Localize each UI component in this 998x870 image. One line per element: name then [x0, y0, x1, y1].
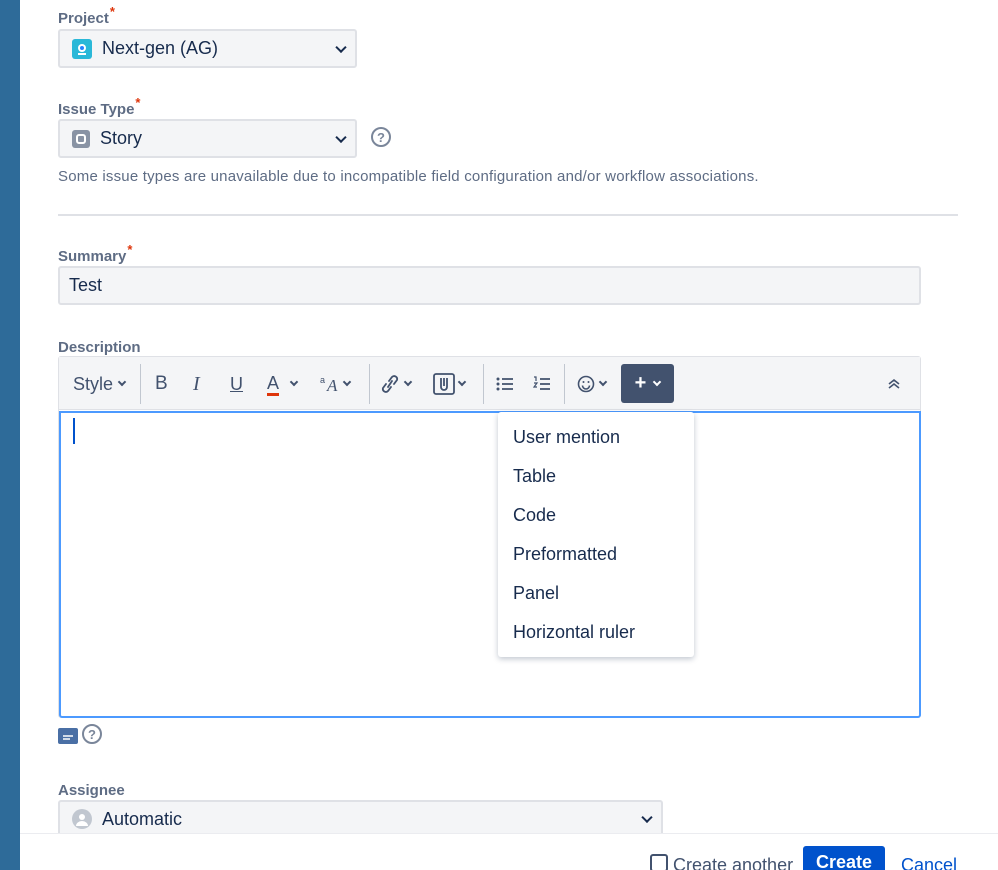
editor-toolbar: Style B I U A aA +: [59, 357, 920, 410]
project-icon: [72, 38, 92, 59]
required-marker: *: [135, 95, 141, 110]
chevron-down-icon: [653, 377, 662, 386]
assignee-value: Automatic: [102, 808, 183, 829]
toolbar-separator: [369, 364, 370, 404]
editor-mode-icon[interactable]: [58, 728, 78, 744]
menu-item-panel[interactable]: Panel: [498, 574, 694, 613]
create-another-label: Create another: [673, 855, 794, 870]
text-color-icon: A: [267, 373, 280, 396]
menu-item-table[interactable]: Table: [498, 457, 694, 496]
chevron-down-icon: [117, 377, 127, 387]
project-select[interactable]: Next-gen (AG): [58, 29, 357, 68]
numbered-list-button[interactable]: [533, 371, 551, 397]
dialog-footer: Create another Create Cancel: [20, 833, 998, 870]
avatar-icon: [72, 809, 92, 829]
toolbar-separator: [564, 364, 565, 404]
assignee-label: Assignee: [58, 782, 125, 799]
underline-button[interactable]: U: [230, 371, 243, 397]
project-value: Next-gen (AG): [102, 38, 219, 58]
text-color-button[interactable]: A: [267, 371, 299, 397]
chevron-down-icon: [335, 131, 347, 143]
attachment-button[interactable]: [433, 371, 467, 397]
summary-label: Summary*: [58, 242, 133, 265]
story-icon: [72, 129, 90, 148]
chevron-down-icon: [403, 377, 413, 387]
emoji-icon: [577, 375, 595, 393]
issue-type-select[interactable]: Story: [58, 119, 357, 158]
toolbar-separator: [483, 364, 484, 404]
menu-item-preformatted[interactable]: Preformatted: [498, 535, 694, 574]
issue-type-label: Issue Type*: [58, 95, 141, 118]
menu-item-horizontal-ruler[interactable]: Horizontal ruler: [498, 613, 694, 652]
issue-type-hint: Some issue types are unavailable due to …: [58, 168, 759, 185]
insert-menu: User mention Table Code Preformatted Pan…: [498, 412, 694, 657]
required-marker: *: [109, 4, 115, 19]
insert-more-button[interactable]: +: [621, 364, 674, 403]
bullet-list-button[interactable]: [496, 371, 514, 397]
help-icon[interactable]: ?: [371, 127, 391, 147]
text-cursor: [73, 418, 75, 444]
chevron-down-icon: [641, 811, 653, 824]
help-icon[interactable]: ?: [82, 724, 102, 744]
emoji-button[interactable]: [577, 371, 608, 397]
description-label: Description: [58, 339, 141, 356]
chevron-down-icon: [289, 377, 299, 387]
create-button[interactable]: Create: [803, 846, 885, 870]
issue-type-value: Story: [100, 128, 143, 148]
create-another-checkbox[interactable]: [650, 854, 668, 870]
double-chevron-up-icon: [888, 378, 900, 389]
bullet-list-icon: [496, 377, 513, 391]
cancel-link[interactable]: Cancel: [901, 855, 957, 870]
required-marker: *: [127, 242, 133, 257]
chevron-down-icon: [342, 377, 352, 387]
link-icon: [381, 375, 399, 393]
menu-item-user-mention[interactable]: User mention: [498, 418, 694, 457]
menu-item-code[interactable]: Code: [498, 496, 694, 535]
chevron-down-icon: [598, 377, 608, 387]
style-dropdown[interactable]: Style: [73, 371, 127, 397]
numbered-list-icon: [533, 376, 550, 390]
summary-input[interactable]: Test: [58, 266, 921, 305]
italic-button[interactable]: I: [193, 371, 200, 397]
toolbar-separator: [140, 364, 141, 404]
project-label: Project*: [58, 4, 115, 27]
bold-button[interactable]: B: [155, 371, 168, 397]
chevron-down-icon: [457, 377, 467, 387]
divider: [58, 214, 958, 216]
svg-text:a: a: [320, 375, 325, 385]
create-issue-dialog: Project* Next-gen (AG) Issue Type* Story…: [20, 0, 998, 870]
description-textarea[interactable]: [59, 411, 921, 718]
chevron-down-icon: [335, 41, 347, 53]
collapse-toolbar-button[interactable]: [887, 371, 901, 397]
attachment-icon: [433, 373, 455, 395]
description-editor: Style B I U A aA +: [58, 356, 921, 718]
link-button[interactable]: [379, 371, 413, 397]
svg-text:A: A: [326, 376, 338, 394]
text-format-button[interactable]: aA: [320, 371, 352, 397]
text-size-icon: aA: [320, 375, 338, 394]
